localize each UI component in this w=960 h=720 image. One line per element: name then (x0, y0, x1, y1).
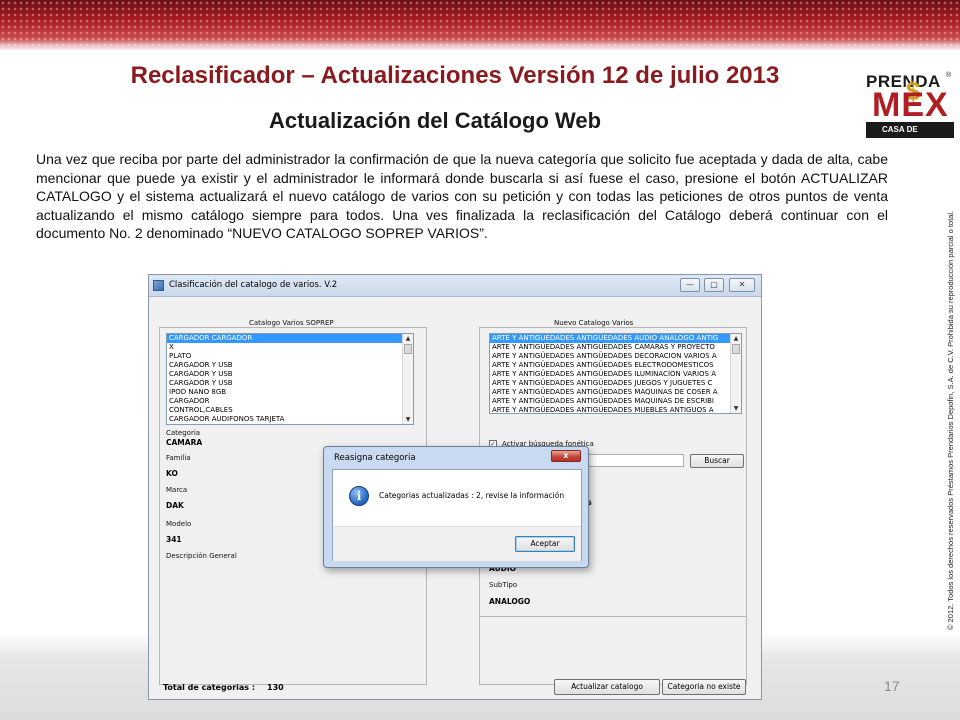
categoria-label: Categoria (166, 429, 201, 437)
window-titlebar[interactable]: Clasificación del catalogo de varios. V.… (149, 275, 761, 297)
page-number: 17 (884, 678, 900, 694)
list-item[interactable]: ARTE Y ANTIGÜEDADES ANTIGÜEDADES ILUMINA… (490, 370, 731, 379)
right-list-scrollbar[interactable]: ▲ ▼ (730, 334, 741, 413)
search-button[interactable]: Buscar (690, 454, 744, 468)
marca-label: Marca (166, 486, 188, 494)
list-item[interactable]: CARGADOR (167, 397, 403, 406)
reassign-category-dialog: Reasigna categoria x i Categorias actual… (323, 446, 589, 568)
list-item[interactable]: ARTE Y ANTIGÜEDADES ANTIGÜEDADES MAQUINA… (490, 397, 731, 406)
subtipo-label: SubTipo (489, 581, 518, 589)
scroll-up-icon[interactable]: ▲ (731, 334, 741, 343)
list-item[interactable]: ARTE Y ANTIGÜEDADES ANTIGÜEDADES MUEBLES… (490, 406, 731, 413)
familia-label: Familia (166, 454, 191, 462)
scroll-thumb[interactable] (732, 344, 740, 354)
total-categorias-label: Total de categorias : (163, 683, 256, 692)
info-icon: i (349, 486, 369, 506)
window-title: Clasificación del catalogo de varios. V.… (169, 280, 338, 290)
modelo-value: 341 (166, 535, 182, 544)
close-window-button[interactable]: ✕ (729, 278, 755, 292)
list-item[interactable]: ARTE Y ANTIGÜEDADES ANTIGÜEDADES DECORAC… (490, 352, 731, 361)
dialog-close-button[interactable]: x (551, 450, 581, 462)
scroll-up-icon[interactable]: ▲ (403, 334, 413, 343)
list-item[interactable]: CARGADOR Y USB (167, 379, 403, 388)
list-item[interactable]: PLATO (167, 352, 403, 361)
accept-button[interactable]: Aceptar (515, 536, 575, 552)
dialog-title: Reasigna categoria (334, 453, 416, 463)
list-item[interactable]: ARTE Y ANTIGÜEDADES ANTIGÜEDADES MAQUINA… (490, 388, 731, 397)
app-icon (153, 280, 164, 291)
scroll-thumb[interactable] (404, 344, 412, 354)
list-item[interactable]: ARTE Y ANTIGÜEDADES ANTIGÜEDADES ELECTRO… (490, 361, 731, 370)
modelo-label: Modelo (166, 520, 192, 528)
list-item[interactable]: IPOD NANO 8GB (167, 388, 403, 397)
subtipo-value: ANALOGO (489, 597, 531, 606)
list-item[interactable]: CARGADOR AUDIFONOS TARJETA (167, 415, 403, 424)
dialog-footer: Aceptar (333, 526, 581, 561)
update-catalog-button[interactable]: Actualizar catalogo (554, 679, 660, 695)
dialog-body: i Categorias actualizadas : 2, revise la… (332, 469, 582, 561)
slide-title: Reclasificador – Actualizaciones Versión… (130, 62, 780, 89)
logo-line2: MEX (872, 86, 949, 124)
left-list-scrollbar[interactable]: ▲ ▼ (402, 334, 413, 424)
list-item[interactable]: CARGADOR Y USB (167, 370, 403, 379)
list-item[interactable]: CONTROL,CABLES (167, 406, 403, 415)
total-categorias-value: 130 (267, 683, 284, 692)
slide-subtitle: Actualización del Catálogo Web (268, 108, 602, 133)
list-item[interactable]: ARTE Y ANTIGÜEDADES ANTIGÜEDADES JUEGOS … (490, 379, 731, 388)
soprep-catalog-list[interactable]: CARGADOR CARGADOR X PLATO CARGADOR Y USB CAR… (166, 333, 414, 425)
marca-value: DAK (166, 501, 184, 510)
descripcion-label: Descripción General (166, 552, 237, 560)
categoria-value: CAMARA (166, 438, 203, 447)
right-panel-lower (479, 617, 747, 685)
prendamex-logo: PRENDA $ MEX ® CASA DE EMPEÑO (866, 70, 958, 150)
soprep-list-rows: CARGADOR CARGADOR X PLATO CARGADOR Y USB CAR… (167, 334, 413, 424)
dialog-message: Categorias actualizadas : 2, revise la i… (379, 491, 565, 500)
slide-body-text: Una vez que reciba por parte del adminis… (36, 151, 888, 241)
logo-registered: ® (946, 72, 952, 79)
copyright-notice: © 2012. Todos los derechos reservados Pr… (946, 210, 955, 630)
list-item[interactable]: CARGADOR CARGADOR (167, 334, 403, 343)
list-item[interactable]: ARTE Y ANTIGUEDADES ANTIGÜEDADES AUDIO A… (490, 334, 731, 343)
familia-value: KO (166, 469, 178, 478)
search-input[interactable] (584, 454, 684, 467)
category-not-exists-button[interactable]: Categoria no existe (662, 679, 746, 695)
list-item[interactable]: ARTE Y ANTIGÜEDADES ANTIGÜEDADES CAMARAS… (490, 343, 731, 352)
logo-tagline: CASA DE EMPEÑO (866, 122, 954, 150)
new-catalog-list[interactable]: ARTE Y ANTIGUEDADES ANTIGÜEDADES AUDIO A… (489, 333, 742, 414)
new-catalog-list-rows: ARTE Y ANTIGUEDADES ANTIGÜEDADES AUDIO A… (490, 334, 741, 413)
scroll-down-icon[interactable]: ▼ (731, 404, 741, 413)
left-panel-header: Catalogo Varios SOPREP (249, 319, 334, 327)
list-item[interactable]: X (167, 343, 403, 352)
maximize-button[interactable]: ▢ (704, 278, 724, 292)
scroll-down-icon[interactable]: ▼ (403, 415, 413, 424)
header-fade (0, 40, 960, 54)
minimize-button[interactable]: — (680, 278, 700, 292)
list-item[interactable]: CARGADOR Y USB (167, 361, 403, 370)
right-panel-header: Nuevo Catalogo Varios (554, 319, 634, 327)
